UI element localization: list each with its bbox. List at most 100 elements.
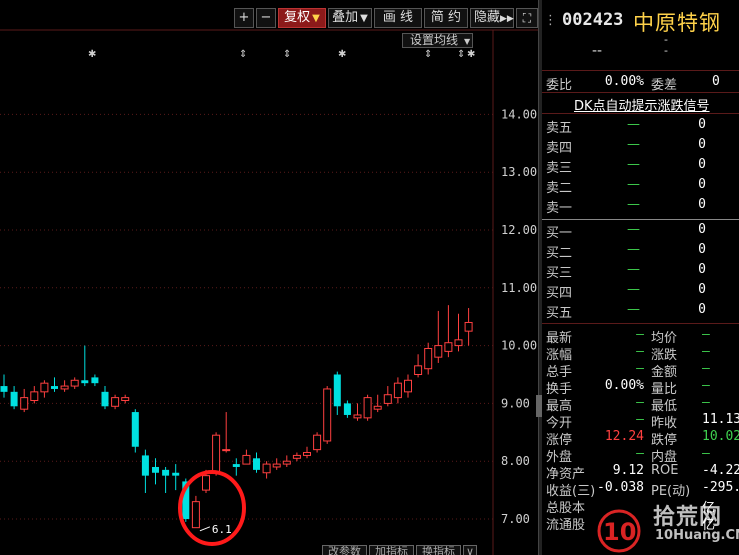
divider-line: [542, 92, 739, 93]
ma-settings-select[interactable]: 设置均线 ▼: [402, 33, 473, 48]
candle-body-down: [152, 466, 159, 473]
stat-value: —: [702, 344, 710, 359]
stat-value: —: [702, 361, 710, 376]
stat-value: —: [636, 361, 644, 376]
candle-body-up: [323, 388, 332, 442]
stat-value: —: [636, 395, 644, 410]
candle-body-up: [373, 405, 382, 410]
watermark-title: 拾荒网: [653, 505, 723, 530]
candle-body-down: [0, 386, 8, 392]
divider-line: [542, 323, 739, 324]
candle-body-up: [212, 434, 221, 474]
candle-body-up: [111, 397, 120, 407]
candle-body-down: [253, 458, 260, 470]
candle-body-up: [272, 463, 281, 468]
candle-body-up: [70, 379, 79, 387]
chevron-right-icon: ▶▶: [500, 14, 514, 24]
event-marker-icon: ⇕: [424, 49, 432, 60]
weicha-label: 委差: [651, 78, 678, 93]
event-marker-icon: ⇕: [239, 49, 247, 60]
kline-chart[interactable]: 14.00 13.00 12.00 11.00 10.00 9.00 8.00 7.00 ✱ ⇕ ⇕…: [0, 0, 538, 555]
add-indicator-tab[interactable]: 加指标: [369, 545, 414, 555]
price-placeholder: --: [592, 43, 603, 59]
book-divider: [542, 219, 739, 220]
ask-row-label: 卖二: [546, 181, 573, 196]
candle-body-up: [191, 501, 200, 529]
stat-value: —: [636, 446, 644, 461]
stat-value: —: [636, 344, 644, 359]
fuquan-button[interactable]: 复权 ▼: [278, 8, 326, 28]
candle-body-down: [101, 391, 109, 407]
ask-row-price: —: [627, 177, 640, 192]
fuquan-label: 复权: [284, 10, 311, 25]
stat-value: 0.00%: [604, 378, 644, 393]
indicator-tabs: 改参数 加指标 换指标 ∨: [322, 545, 479, 555]
huaxian-button[interactable]: 画 线: [374, 8, 422, 28]
stat-value: -295.75: [702, 480, 739, 495]
bid-row-price: —: [627, 262, 640, 277]
stat-value: 9.12: [612, 463, 644, 478]
expand-icon[interactable]: ⛶: [516, 8, 538, 28]
candle-body-up: [434, 345, 443, 358]
weibi-label: 委比: [546, 78, 573, 93]
candle-body-up: [363, 397, 372, 419]
change-param-tab[interactable]: 改参数: [322, 545, 367, 555]
bid-row-price: —: [627, 282, 640, 297]
ask-row-volume: 0: [698, 117, 706, 132]
ask-row-price: —: [627, 117, 640, 132]
collapse-icon[interactable]: ∨: [463, 545, 478, 555]
candle-body-down: [343, 403, 351, 415]
stock-name: 中原特钢: [633, 11, 721, 35]
stat-value: —: [702, 395, 710, 410]
event-marker-icon: ⇕: [283, 49, 291, 60]
bid-row-label: 买三: [546, 266, 573, 281]
stat-label: 流通股: [546, 518, 586, 533]
event-marker-icon: ✱: [467, 49, 475, 60]
stat-value: -0.038: [597, 480, 644, 495]
candle-body-up: [20, 397, 29, 410]
event-marker-icon: ✱: [88, 49, 96, 60]
stock-code: 002423: [562, 10, 624, 30]
candle-body-up: [424, 347, 433, 370]
candle-body-up: [282, 460, 291, 465]
bid-row-price: —: [627, 242, 640, 257]
candle-body-up: [292, 454, 301, 459]
bid-row-label: 买二: [546, 246, 573, 261]
candle-body-up: [242, 454, 251, 465]
stock-header: ⋮ 002423 中原特钢: [542, 10, 739, 35]
stat-value: —: [636, 327, 644, 342]
dk-signal-link[interactable]: DK点自动提示涨跌信号: [574, 95, 710, 114]
y-tick-label: 12.00: [501, 223, 537, 237]
candle-body-down: [51, 386, 58, 389]
yincang-button[interactable]: 隐藏▶▶: [470, 8, 514, 28]
change-placeholder: - -: [664, 33, 668, 57]
low-annotation: 6.1: [212, 523, 232, 536]
y-tick-label: 8.00: [501, 454, 530, 468]
bid-row-volume: 0: [698, 262, 706, 277]
watermark-url: 10Huang.CN: [655, 528, 739, 543]
ask-row-label: 卖三: [546, 161, 573, 176]
grip-icon[interactable]: ⋮: [544, 13, 557, 28]
swap-indicator-tab[interactable]: 换指标: [416, 545, 461, 555]
chevron-down-icon: ▼: [464, 37, 471, 46]
zoom-in-button[interactable]: +: [234, 8, 254, 28]
bid-row-volume: 0: [698, 222, 706, 237]
candle-body-up: [454, 339, 463, 347]
candle-body-up: [353, 414, 362, 419]
y-tick-label: 13.00: [501, 165, 537, 179]
kline-svg[interactable]: 14.0013.0012.0011.0010.009.008.007.00✱ ⇕ ⇕…: [0, 0, 538, 555]
candle-body-up: [60, 385, 69, 390]
stat-value: 10.02: [702, 429, 739, 444]
stat-value: 12.24: [604, 429, 644, 444]
jianyue-button[interactable]: 简 约: [424, 8, 468, 28]
diejia-button[interactable]: 叠加 ▼: [328, 8, 372, 28]
stat-value: -4.22%: [702, 463, 739, 478]
ma-settings-label: 设置均线: [410, 33, 459, 47]
y-tick-label: 7.00: [501, 512, 530, 526]
quote-panel: ⋮ 002423 中原特钢 -- - - 委比 0.00% 委差 0 DK点自动…: [542, 0, 739, 555]
chevron-down-icon: ▼: [360, 13, 368, 24]
candle-body-up: [404, 379, 412, 393]
zoom-out-button[interactable]: −: [256, 8, 276, 28]
ask-row-volume: 0: [698, 177, 706, 192]
candle-body-up: [303, 452, 311, 456]
